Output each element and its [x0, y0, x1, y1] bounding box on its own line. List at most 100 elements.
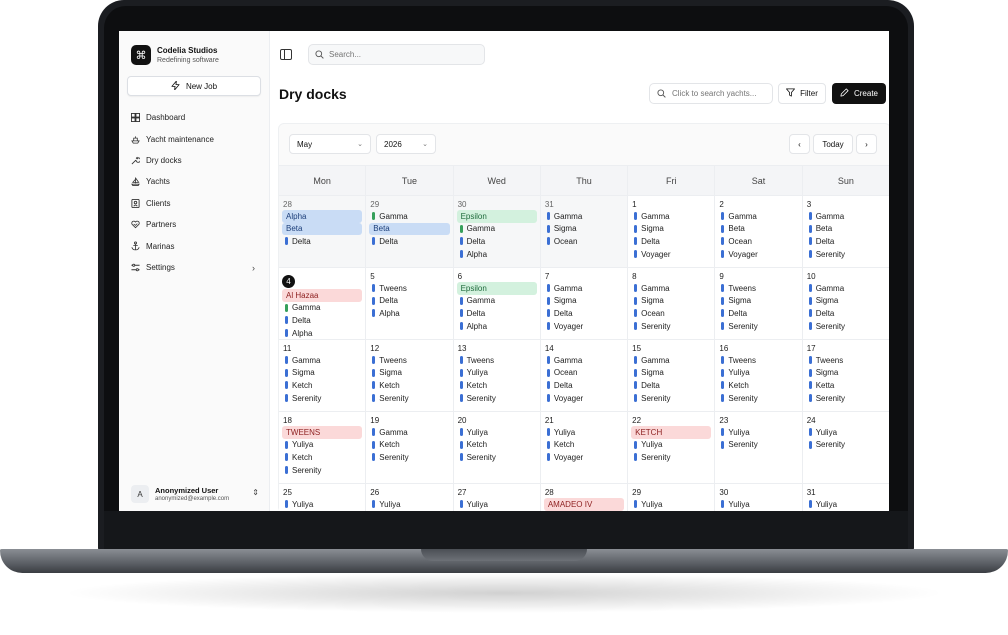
day-cell[interactable]: 8 Gamma Sigma Ocean Serenity	[628, 268, 716, 339]
day-cell[interactable]: 21 Yuliya Ketch Voyager	[540, 412, 629, 483]
event-item[interactable]: Sigma	[544, 295, 625, 308]
day-cell[interactable]: 18 TWEENS Yuliya Ketch Serenity	[279, 412, 367, 483]
day-cell[interactable]: 20 Yuliya Ketch Serenity	[453, 412, 541, 483]
event-item[interactable]: Sigma	[806, 295, 887, 308]
event-item[interactable]: Serenity	[631, 320, 712, 333]
event-item[interactable]: Yuliya	[806, 426, 887, 439]
event-item[interactable]: Delta	[457, 307, 538, 320]
event-item[interactable]: Ocean	[631, 307, 712, 320]
event-item[interactable]: Beta	[369, 222, 450, 236]
event-item[interactable]: Yuliya	[282, 439, 363, 452]
event-item[interactable]: Gamma	[544, 354, 625, 367]
event-item[interactable]: Gamma	[369, 426, 450, 439]
event-item[interactable]: Yuliya	[718, 367, 799, 380]
prev-month-button[interactable]: ‹	[789, 134, 810, 154]
event-item[interactable]: Gamma	[282, 302, 363, 315]
event-item[interactable]: Ocean	[718, 235, 799, 248]
event-item[interactable]: Delta	[282, 235, 363, 248]
event-item[interactable]: Yuliya	[282, 498, 363, 511]
day-cell[interactable]: 13 Tweens Yuliya Ketch Serenity	[453, 340, 541, 411]
year-select[interactable]: 2026 ⌄	[376, 134, 436, 154]
event-item[interactable]: Sigma	[718, 295, 799, 308]
event-item[interactable]: Ketch	[718, 379, 799, 392]
sidebar-item-partners[interactable]: Partners	[131, 214, 259, 235]
event-item[interactable]: KETCH	[631, 426, 712, 439]
event-item[interactable]: Voyager	[718, 248, 799, 261]
event-item[interactable]: Gamma	[544, 210, 625, 223]
event-item[interactable]: Delta	[806, 235, 887, 248]
event-item[interactable]: Voyager	[544, 392, 625, 405]
event-item[interactable]: Sigma	[282, 367, 363, 380]
event-item[interactable]: Sigma	[544, 223, 625, 236]
event-item[interactable]: AMADEO IV	[543, 498, 625, 511]
day-cell[interactable]: 24 Yuliya Serenity	[802, 412, 889, 483]
day-cell[interactable]: 28 AMADEO IV	[540, 484, 629, 511]
sidebar-toggle-icon[interactable]	[280, 49, 292, 60]
event-item[interactable]: Voyager	[544, 320, 625, 333]
event-item[interactable]: Delta	[457, 235, 538, 248]
event-item[interactable]: Ketch	[544, 439, 625, 452]
day-cell[interactable]: 25 Yuliya	[279, 484, 367, 511]
global-search-input[interactable]	[329, 50, 449, 59]
event-item[interactable]: Yuliya	[369, 498, 450, 511]
day-cell[interactable]: 9 Tweens Sigma Delta Serenity	[715, 268, 803, 339]
event-item[interactable]: Serenity	[282, 464, 363, 477]
event-item[interactable]: Ocean	[544, 235, 625, 248]
event-item[interactable]: Beta	[282, 222, 363, 236]
event-item[interactable]: Al Hazaa	[282, 289, 363, 302]
event-item[interactable]: Serenity	[457, 392, 538, 405]
event-item[interactable]: Serenity	[282, 392, 363, 405]
day-cell[interactable]: 31 Yuliya	[802, 484, 889, 511]
global-search[interactable]	[308, 44, 485, 65]
event-item[interactable]: Ketch	[457, 439, 538, 452]
event-item[interactable]: Yuliya	[457, 498, 538, 511]
event-item[interactable]: Tweens	[369, 354, 450, 367]
event-item[interactable]: Yuliya	[718, 426, 799, 439]
event-item[interactable]: Sigma	[631, 223, 712, 236]
today-button[interactable]: Today	[813, 134, 853, 154]
event-item[interactable]: Serenity	[806, 248, 887, 261]
day-cell[interactable]: 22 KETCH Yuliya Serenity	[628, 412, 716, 483]
event-item[interactable]: Serenity	[806, 392, 887, 405]
event-item[interactable]: Yuliya	[631, 498, 712, 511]
event-item[interactable]: Yuliya	[631, 439, 712, 452]
event-item[interactable]: Serenity	[631, 392, 712, 405]
event-item[interactable]: Gamma	[457, 295, 538, 308]
yacht-search[interactable]	[649, 83, 773, 104]
event-item[interactable]: TWEENS	[282, 426, 363, 439]
event-item[interactable]: Ketch	[457, 379, 538, 392]
event-item[interactable]: Yuliya	[457, 367, 538, 380]
event-item[interactable]: Gamma	[631, 354, 712, 367]
event-item[interactable]: Delta	[718, 307, 799, 320]
event-item[interactable]: Ketch	[282, 379, 363, 392]
create-button[interactable]: Create	[832, 83, 886, 104]
event-item[interactable]: Alpha	[457, 248, 538, 261]
event-item[interactable]: Gamma	[369, 210, 450, 223]
day-cell[interactable]: 28 Alpha Beta Delta	[279, 196, 367, 267]
event-item[interactable]: Sigma	[631, 367, 712, 380]
event-item[interactable]: Voyager	[631, 248, 712, 261]
event-item[interactable]: Yuliya	[718, 498, 799, 511]
event-item[interactable]: Gamma	[544, 282, 625, 295]
event-item[interactable]: Serenity	[631, 451, 712, 464]
day-cell[interactable]: 14 Gamma Ocean Delta Voyager	[540, 340, 629, 411]
event-item[interactable]: Serenity	[369, 392, 450, 405]
brand[interactable]: ⌘ Codelia Studios Redefining software	[131, 45, 219, 65]
event-item[interactable]: Tweens	[457, 354, 538, 367]
day-cell[interactable]: 26 Yuliya	[366, 484, 454, 511]
day-cell[interactable]: 29 Yuliya	[628, 484, 716, 511]
day-cell[interactable]: 27 Yuliya	[453, 484, 541, 511]
event-item[interactable]: Tweens	[369, 282, 450, 295]
event-item[interactable]: Epsilon	[456, 282, 537, 295]
day-cell[interactable]: 23 Yuliya Serenity	[715, 412, 803, 483]
event-item[interactable]: Beta	[806, 223, 887, 236]
event-item[interactable]: Serenity	[806, 320, 887, 333]
event-item[interactable]: Yuliya	[544, 426, 625, 439]
day-cell[interactable]: 10 Gamma Sigma Delta Serenity	[802, 268, 889, 339]
day-cell[interactable]: 11 Gamma Sigma Ketch Serenity	[279, 340, 367, 411]
day-cell[interactable]: 5 Tweens Delta Alpha	[366, 268, 454, 339]
day-cell[interactable]: 30 Epsilon Gamma Delta Alpha	[453, 196, 541, 267]
event-item[interactable]: Sigma	[806, 367, 887, 380]
day-cell[interactable]: 3 Gamma Beta Delta Serenity	[802, 196, 889, 267]
event-item[interactable]: Serenity	[718, 439, 799, 452]
